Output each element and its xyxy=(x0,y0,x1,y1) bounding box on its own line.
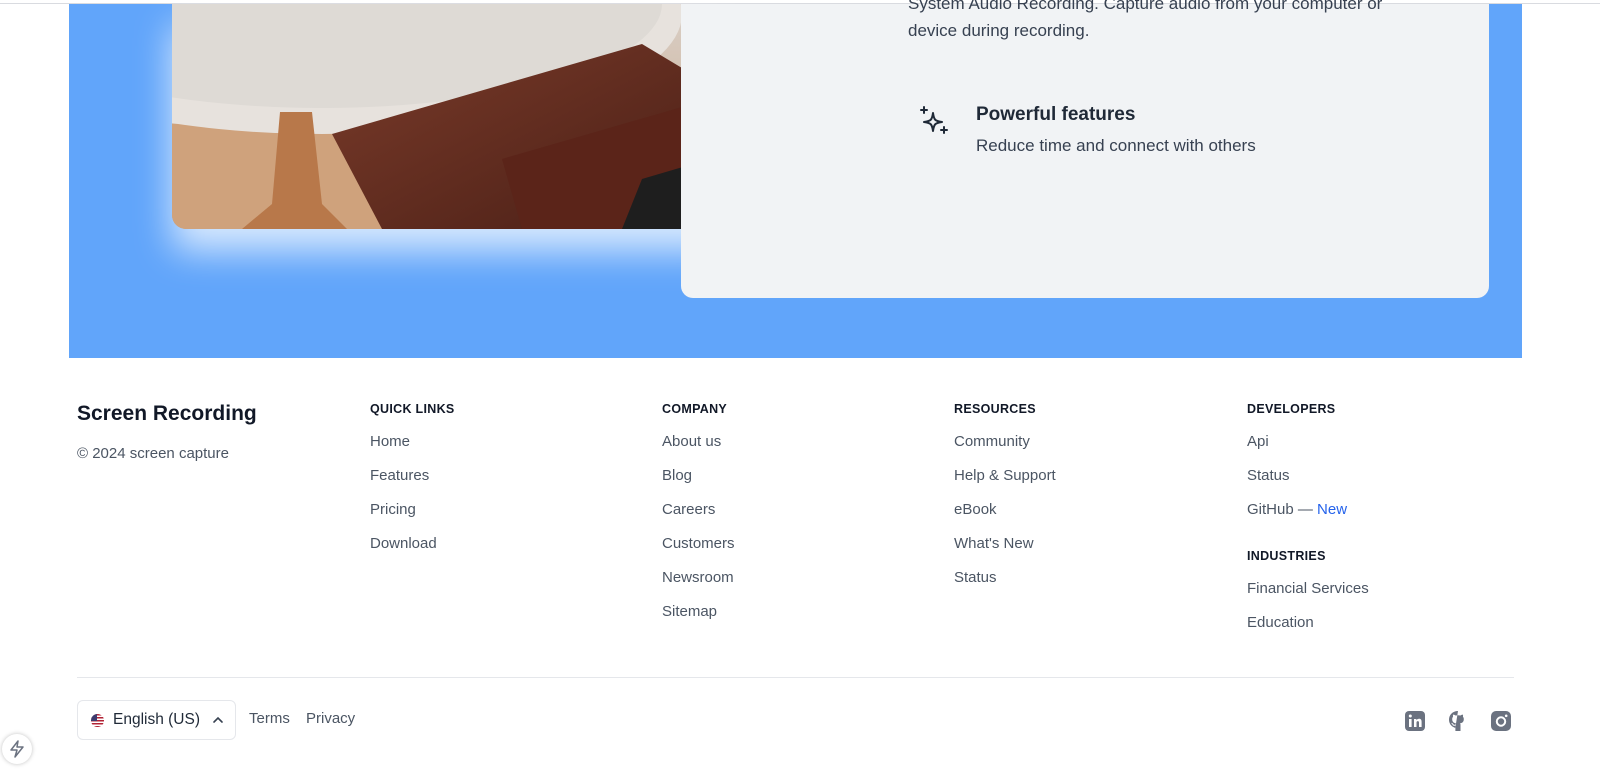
feature-band xyxy=(69,4,1522,358)
copyright: © 2024 screen capture xyxy=(77,445,229,462)
feature-description: Reduce time and connect with others xyxy=(976,136,1256,155)
terms-link[interactable]: Terms xyxy=(249,710,290,727)
column-heading: DEVELOPERS xyxy=(1247,402,1336,416)
footer-col-developers: DEVELOPERS Api Status GitHub — New INDUS… xyxy=(1247,402,1369,648)
footer-link-customers[interactable]: Customers xyxy=(662,535,735,569)
footer-link-about[interactable]: About us xyxy=(662,433,735,467)
footer-brand[interactable]: Screen Recording xyxy=(77,402,257,426)
footer-link-ebook[interactable]: eBook xyxy=(954,501,1056,535)
footer-col-quick-links: QUICK LINKS Home Features Pricing Downlo… xyxy=(370,402,455,569)
footer-link-github[interactable]: GitHub — New xyxy=(1247,501,1369,535)
footer-link-features[interactable]: Features xyxy=(370,467,455,501)
lightning-icon[interactable] xyxy=(2,734,32,764)
footer-link-education[interactable]: Education xyxy=(1247,614,1369,648)
feature-title: Powerful features xyxy=(976,104,1136,125)
footer-divider xyxy=(77,677,1514,678)
privacy-link[interactable]: Privacy xyxy=(306,710,355,727)
github-link-label: GitHub — xyxy=(1247,501,1318,518)
footer-link-newsroom[interactable]: Newsroom xyxy=(662,569,735,603)
footer-link-download[interactable]: Download xyxy=(370,535,455,569)
system-audio-text: System Audio Recording. Capture audio fr… xyxy=(908,0,1383,40)
github-icon[interactable] xyxy=(1447,710,1469,732)
footer-link-help[interactable]: Help & Support xyxy=(954,467,1056,501)
footer-link-blog[interactable]: Blog xyxy=(662,467,735,501)
column-heading: QUICK LINKS xyxy=(370,402,455,416)
chevron-up-icon xyxy=(213,716,223,723)
footer-link-careers[interactable]: Careers xyxy=(662,501,735,535)
column-heading: INDUSTRIES xyxy=(1247,549,1326,563)
footer-col-resources: RESOURCES Community Help & Support eBook… xyxy=(954,402,1056,603)
language-selector[interactable]: English (US) xyxy=(77,700,236,740)
footer-link-dev-status[interactable]: Status xyxy=(1247,467,1369,501)
footer-link-pricing[interactable]: Pricing xyxy=(370,501,455,535)
column-heading: COMPANY xyxy=(662,402,728,416)
instagram-icon[interactable] xyxy=(1490,710,1512,732)
column-heading: RESOURCES xyxy=(954,402,1036,416)
footer-link-status[interactable]: Status xyxy=(954,569,1056,603)
linkedin-icon[interactable] xyxy=(1404,710,1426,732)
footer-link-api[interactable]: Api xyxy=(1247,433,1369,467)
footer-col-company: COMPANY About us Blog Careers Customers … xyxy=(662,402,735,637)
new-badge: New xyxy=(1317,501,1348,518)
footer-link-home[interactable]: Home xyxy=(370,433,455,467)
sparkles-icon xyxy=(920,106,948,134)
us-flag-icon xyxy=(91,713,104,727)
footer-link-community[interactable]: Community xyxy=(954,433,1056,467)
footer-link-financial[interactable]: Financial Services xyxy=(1247,580,1369,614)
footer-link-sitemap[interactable]: Sitemap xyxy=(662,603,735,637)
footer-link-whats-new[interactable]: What's New xyxy=(954,535,1056,569)
language-label: English (US) xyxy=(113,711,200,728)
feature-photo xyxy=(172,4,727,229)
